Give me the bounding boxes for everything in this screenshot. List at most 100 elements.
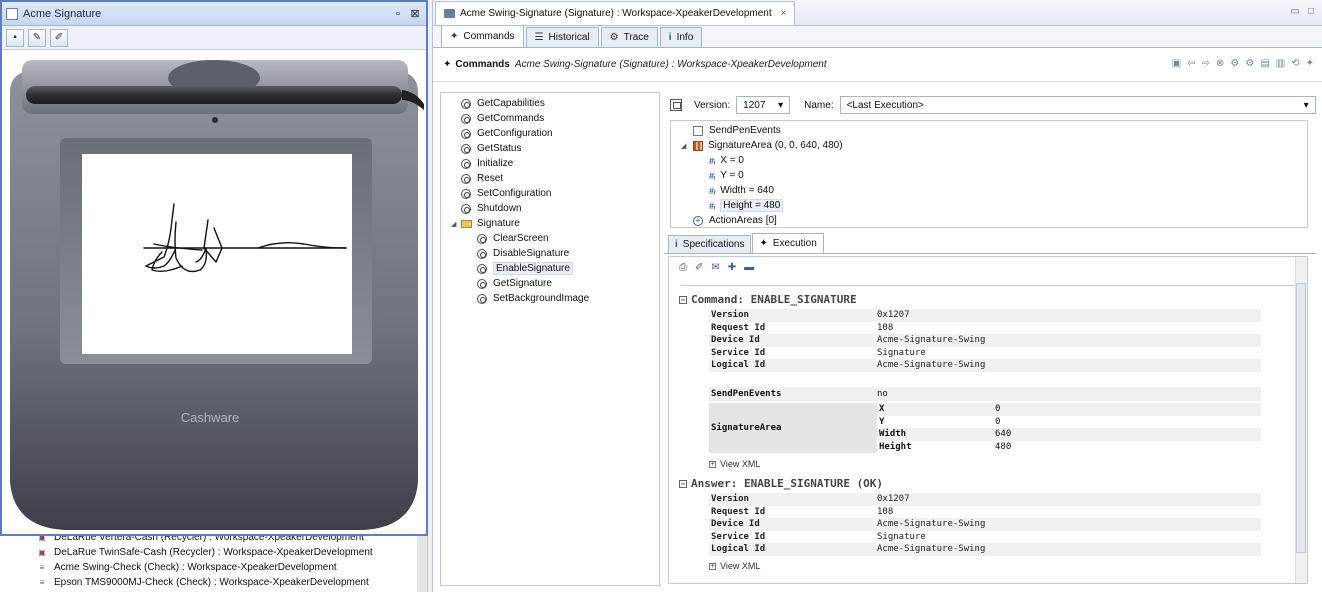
tree-item[interactable]: GetCapabilities bbox=[441, 96, 659, 111]
edit-icon[interactable]: ✎ bbox=[28, 28, 46, 47]
folder-icon bbox=[461, 219, 472, 228]
signature-pad-device: Cashware bbox=[4, 52, 424, 534]
add-icon[interactable]: + bbox=[693, 215, 703, 226]
command-icon bbox=[461, 143, 471, 154]
command-icon bbox=[461, 188, 471, 199]
tab-commands[interactable]: ✦ Commands bbox=[441, 25, 524, 47]
run-icon[interactable]: ✦ bbox=[1306, 58, 1314, 69]
view-tabs: ✦ Commands ☰ Historical ⚙ Trace i Info bbox=[433, 25, 1322, 48]
view-xml-toggle[interactable]: + View XML bbox=[709, 459, 760, 469]
command-icon bbox=[461, 173, 471, 184]
tree-item[interactable]: SetConfiguration bbox=[441, 186, 659, 201]
tree-item[interactable]: GetCommands bbox=[441, 111, 659, 126]
tab-specifications[interactable]: i Specifications bbox=[668, 235, 752, 253]
table-row: Logical Id Acme-Signature-Swing bbox=[709, 359, 1261, 372]
properties-panel: Version: 1207 ▾ Name: <Last Execution> ▾ S… bbox=[664, 92, 1316, 230]
collapse-all-icon[interactable]: ▬ bbox=[744, 262, 754, 273]
property-send-pen-events[interactable]: SendPenEvents bbox=[671, 123, 1307, 138]
execution-tabs: i Specifications ✦ Execution bbox=[664, 233, 1316, 254]
tab-info[interactable]: i Info bbox=[659, 27, 703, 47]
tree-item[interactable]: ClearScreen bbox=[441, 231, 659, 246]
property-height[interactable]: #ᵢ Height = 480 bbox=[671, 198, 1307, 213]
restore-icon[interactable]: ▫ bbox=[391, 7, 405, 21]
signature-device-icon bbox=[444, 9, 455, 18]
print-icon[interactable]: ⎙ bbox=[679, 262, 687, 273]
properties-tree: SendPenEvents ◢ SignatureArea (0, 0, 640,… bbox=[670, 120, 1308, 228]
editor-window-buttons: ▭ □ bbox=[1291, 6, 1315, 17]
tree-item[interactable]: GetConfiguration bbox=[441, 126, 659, 141]
commands-actions: ▣ ⇦ ⇨ ⊗ ⚙ ⚙ ▤ ▥ ⟲ ✦ bbox=[1172, 58, 1314, 69]
property-width[interactable]: #ᵢ Width = 640 bbox=[671, 183, 1307, 198]
commands-subtitle: Acme Swing-Signature (Signature) : Works… bbox=[514, 59, 827, 70]
device-brand-label: Cashware bbox=[181, 410, 240, 425]
tree-item[interactable]: SetBackgroundImage bbox=[441, 291, 659, 306]
clear-icon[interactable]: ✐ bbox=[50, 28, 68, 47]
name-select[interactable]: <Last Execution> ▾ bbox=[839, 96, 1316, 114]
struct-icon bbox=[693, 140, 703, 151]
dropdown-arrow-icon: ▾ bbox=[1303, 99, 1309, 111]
collapse-icon[interactable]: − bbox=[679, 295, 687, 304]
parameters-table: SendPenEvents no SignatureArea X0 Y0 Widt… bbox=[709, 387, 1261, 453]
list-icon[interactable]: ▥ bbox=[1276, 58, 1285, 69]
tree-item-selected[interactable]: EnableSignature bbox=[441, 261, 659, 276]
tree-item[interactable]: GetStatus bbox=[441, 141, 659, 156]
refresh-icon[interactable]: ⟲ bbox=[1291, 58, 1299, 69]
property-action-areas[interactable]: + ActionAreas [0] bbox=[671, 213, 1307, 228]
mail-icon[interactable]: ✉ bbox=[711, 262, 719, 273]
checkbox[interactable] bbox=[693, 125, 703, 136]
command-section-title[interactable]: − Command: ENABLE_SIGNATURE bbox=[679, 293, 857, 306]
tree-item[interactable]: Reset bbox=[441, 171, 659, 186]
tab-trace[interactable]: ⚙ Trace bbox=[600, 27, 658, 47]
answer-section-title[interactable]: − Answer: ENABLE_SIGNATURE (OK) bbox=[679, 477, 883, 490]
settings-icon[interactable]: ⚙ bbox=[1230, 58, 1239, 69]
close-icon[interactable]: ⊠ bbox=[408, 7, 422, 21]
expand-icon[interactable]: + bbox=[709, 562, 716, 570]
device-list-item[interactable]: ≡ Acme Swing-Check (Check) : Workspace-Xp… bbox=[0, 560, 427, 575]
version-select[interactable]: 1207 ▾ bbox=[736, 96, 791, 114]
tab-execution[interactable]: ✦ Execution bbox=[752, 233, 824, 253]
tree-item[interactable]: Initialize bbox=[441, 156, 659, 171]
property-signature-area[interactable]: ◢ SignatureArea (0, 0, 640, 480) bbox=[671, 138, 1307, 153]
forward-icon[interactable]: ⇨ bbox=[1202, 58, 1210, 69]
collapse-icon[interactable]: ◢ bbox=[681, 142, 693, 150]
run-icon: ✦ bbox=[759, 238, 768, 249]
execution-scrollbar[interactable] bbox=[1295, 257, 1307, 583]
table-row: Device Id Acme-Signature-Swing bbox=[709, 334, 1261, 347]
number-icon: #ᵢ bbox=[709, 155, 716, 166]
pin-icon[interactable]: ✐ bbox=[695, 262, 703, 273]
view-xml-toggle[interactable]: + View XML bbox=[709, 561, 760, 571]
expand-icon[interactable]: ✚ bbox=[728, 262, 736, 273]
recycler-icon: ▣ bbox=[38, 548, 46, 557]
execution-body: ⎙ ✐ ✉ ✚ ▬ − Command: ENABLE_SIGNATURE Ver… bbox=[668, 256, 1308, 584]
maximize-icon[interactable]: □ bbox=[1308, 6, 1314, 17]
device-list-item[interactable]: ≡ Epson TMS9000MJ-Check (Check) : Workspa… bbox=[0, 575, 427, 590]
command-icon bbox=[477, 293, 487, 304]
back-icon[interactable]: ⇦ bbox=[1187, 58, 1195, 69]
tree-item[interactable]: DisableSignature bbox=[441, 246, 659, 261]
minimize-icon[interactable]: ▭ bbox=[1291, 6, 1300, 17]
property-x[interactable]: #ᵢ X = 0 bbox=[671, 153, 1307, 168]
tree-item[interactable]: Shutdown bbox=[441, 201, 659, 216]
close-icon[interactable]: × bbox=[781, 8, 787, 19]
tree-item[interactable]: GetSignature bbox=[441, 276, 659, 291]
save-icon[interactable]: ▪ bbox=[6, 28, 24, 47]
collapse-icon[interactable]: − bbox=[679, 479, 687, 488]
save-icon[interactable]: ▣ bbox=[1172, 58, 1181, 69]
gear-icon[interactable]: ⚙ bbox=[1245, 58, 1254, 69]
property-y[interactable]: #ᵢ Y = 0 bbox=[671, 168, 1307, 183]
command-icon bbox=[461, 158, 471, 169]
signature-window-titlebar[interactable]: Acme Signature ▫ ⊠ bbox=[2, 2, 426, 26]
tree-folder-signature[interactable]: ◢ Signature bbox=[441, 216, 659, 231]
historical-icon: ☰ bbox=[534, 32, 544, 43]
expand-icon[interactable]: + bbox=[709, 460, 716, 468]
report-icon[interactable]: ▤ bbox=[1260, 58, 1269, 69]
window-icon[interactable] bbox=[670, 99, 682, 111]
separator bbox=[681, 285, 1295, 286]
device-list-item[interactable]: ▣ DeLaRue TwinSafe-Cash (Recycler) : Work… bbox=[0, 545, 427, 560]
check-device-icon: ≡ bbox=[39, 578, 45, 587]
editor-tab[interactable]: Acme Swing-Signature (Signature) : Works… bbox=[435, 1, 796, 25]
scrollbar-thumb[interactable] bbox=[1296, 283, 1306, 553]
tab-historical[interactable]: ☰ Historical bbox=[525, 27, 599, 47]
collapse-icon[interactable]: ◢ bbox=[451, 220, 461, 228]
stop-icon[interactable]: ⊗ bbox=[1216, 58, 1224, 69]
